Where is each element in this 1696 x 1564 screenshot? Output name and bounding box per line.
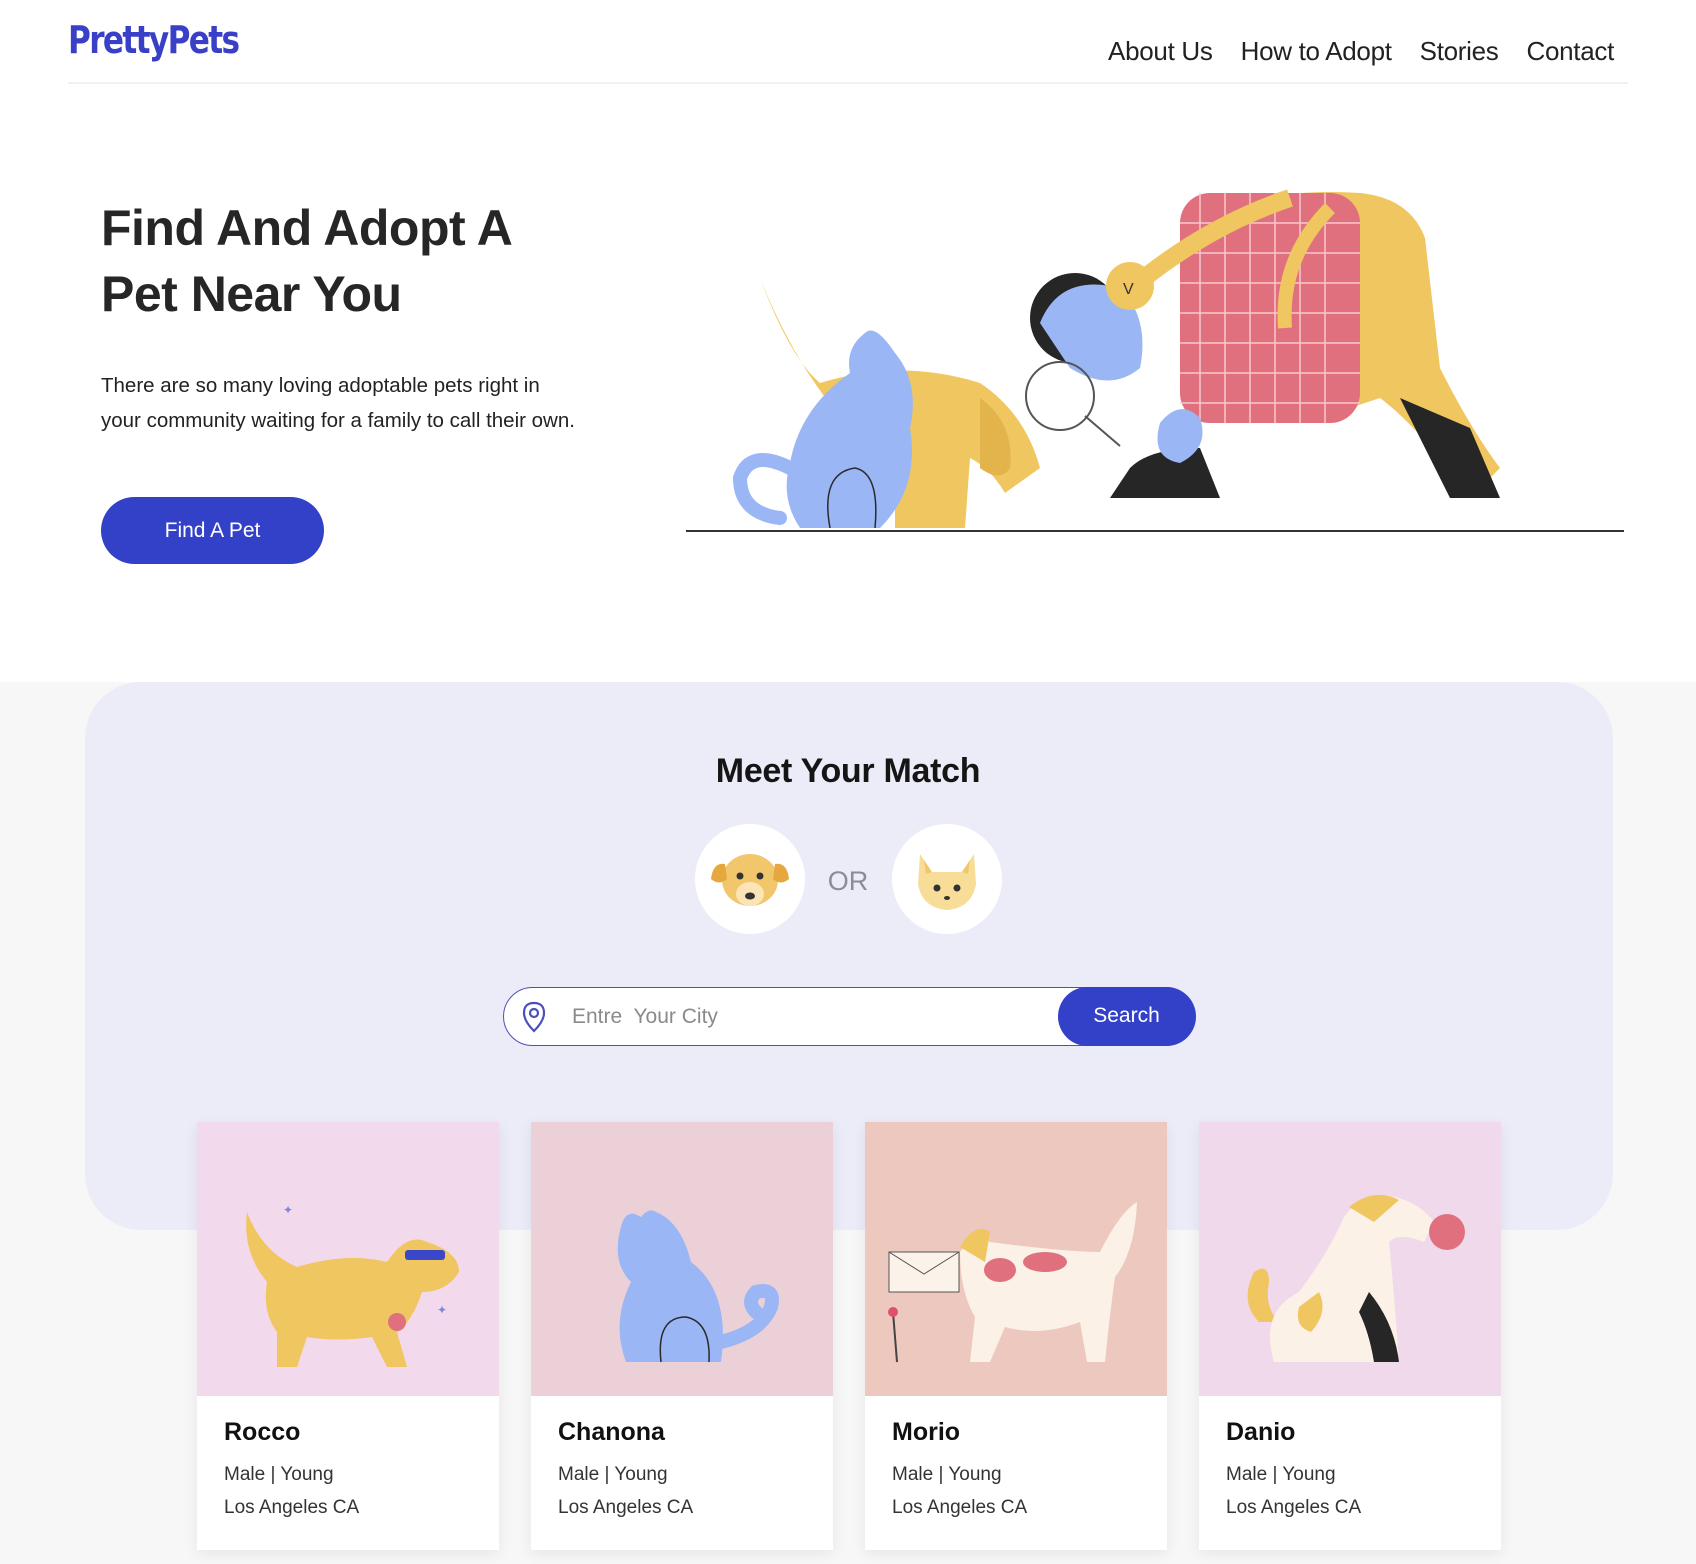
- svg-text:✦: ✦: [283, 1203, 293, 1217]
- pet-gender-age: Male | Young: [224, 1464, 334, 1485]
- pet-gender-age: Male | Young: [1226, 1464, 1336, 1485]
- pet-card-danio[interactable]: Danio Male | Young Los Angeles CA: [1199, 1122, 1501, 1550]
- dog-with-letter-illustration: [888, 1202, 1137, 1363]
- hero-title-line1: Find And Adopt A: [101, 200, 513, 256]
- location-pin-icon: [522, 1001, 546, 1033]
- dog-face-icon: [711, 854, 789, 906]
- pet-location: Los Angeles CA: [224, 1497, 360, 1518]
- blue-cat-illustration: [617, 1210, 779, 1363]
- pet-gender-age: Male | Young: [892, 1464, 1002, 1485]
- pet-card-rocco[interactable]: ✦ ✦ Rocco Male | Young Los Angeles CA: [197, 1122, 499, 1550]
- svg-text:V: V: [1123, 281, 1134, 298]
- pet-card-morio[interactable]: Morio Male | Young Los Angeles CA: [865, 1122, 1167, 1550]
- main-nav: About Us How to Adopt Stories Contact: [1108, 36, 1614, 67]
- search-button[interactable]: Search: [1057, 986, 1196, 1046]
- cat-face-icon: [918, 854, 976, 910]
- pet-name: Rocco: [224, 1418, 301, 1446]
- site-header: PrettyPets About Us How to Adopt Stories…: [68, 0, 1628, 84]
- hero-illustration: V: [686, 189, 1624, 532]
- dog-with-ball-illustration: [1247, 1194, 1465, 1362]
- cat-option-button[interactable]: [892, 824, 1002, 934]
- site-logo[interactable]: PrettyPets: [68, 18, 240, 62]
- find-a-pet-button[interactable]: Find A Pet: [101, 497, 324, 564]
- pet-name: Morio: [892, 1418, 961, 1446]
- pet-card-chanona[interactable]: Chanona Male | Young Los Angeles CA: [531, 1122, 833, 1550]
- hero-title-line2: Pet Near You: [101, 266, 402, 322]
- pet-image: [865, 1122, 1167, 1396]
- pet-image: [1199, 1122, 1501, 1396]
- pet-gender-age: Male | Young: [558, 1464, 668, 1485]
- nav-stories[interactable]: Stories: [1420, 36, 1499, 67]
- city-search-bar: Search: [503, 986, 1196, 1046]
- dog-option-button[interactable]: [695, 824, 805, 934]
- nav-contact[interactable]: Contact: [1526, 36, 1614, 67]
- pet-location: Los Angeles CA: [1226, 1497, 1362, 1518]
- hero-description: There are so many loving adoptable pets …: [101, 374, 575, 432]
- city-search-input[interactable]: [572, 998, 952, 1036]
- nav-about-us[interactable]: About Us: [1108, 36, 1213, 67]
- pet-image: ✦ ✦: [197, 1122, 499, 1396]
- nav-how-to-adopt[interactable]: How to Adopt: [1241, 36, 1392, 67]
- hero-title: Find And Adopt A Pet Near You: [101, 195, 661, 327]
- svg-text:✦: ✦: [437, 1303, 447, 1317]
- pet-location: Los Angeles CA: [558, 1497, 694, 1518]
- pet-name: Danio: [1226, 1418, 1296, 1446]
- meet-your-match-title: Meet Your Match: [715, 752, 981, 790]
- or-divider: OR: [827, 866, 869, 896]
- pet-image: [531, 1122, 833, 1396]
- dog-with-sunglasses-illustration: ✦ ✦: [246, 1203, 459, 1367]
- pet-name: Chanona: [558, 1418, 665, 1446]
- pet-location: Los Angeles CA: [892, 1497, 1028, 1518]
